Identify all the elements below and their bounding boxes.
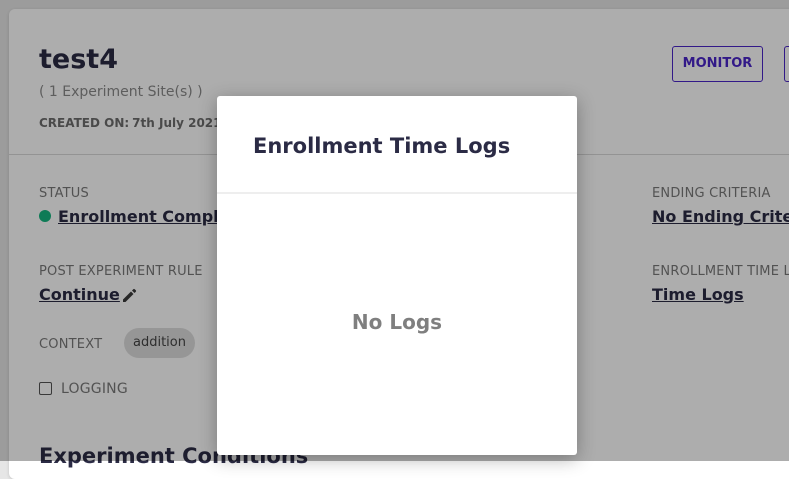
dialog-title: Enrollment Time Logs <box>253 134 511 158</box>
empty-logs-message: No Logs <box>351 310 443 334</box>
dialog-header: Enrollment Time Logs <box>217 96 577 194</box>
enrollment-time-logs-dialog: Enrollment Time Logs No Logs <box>217 96 577 455</box>
